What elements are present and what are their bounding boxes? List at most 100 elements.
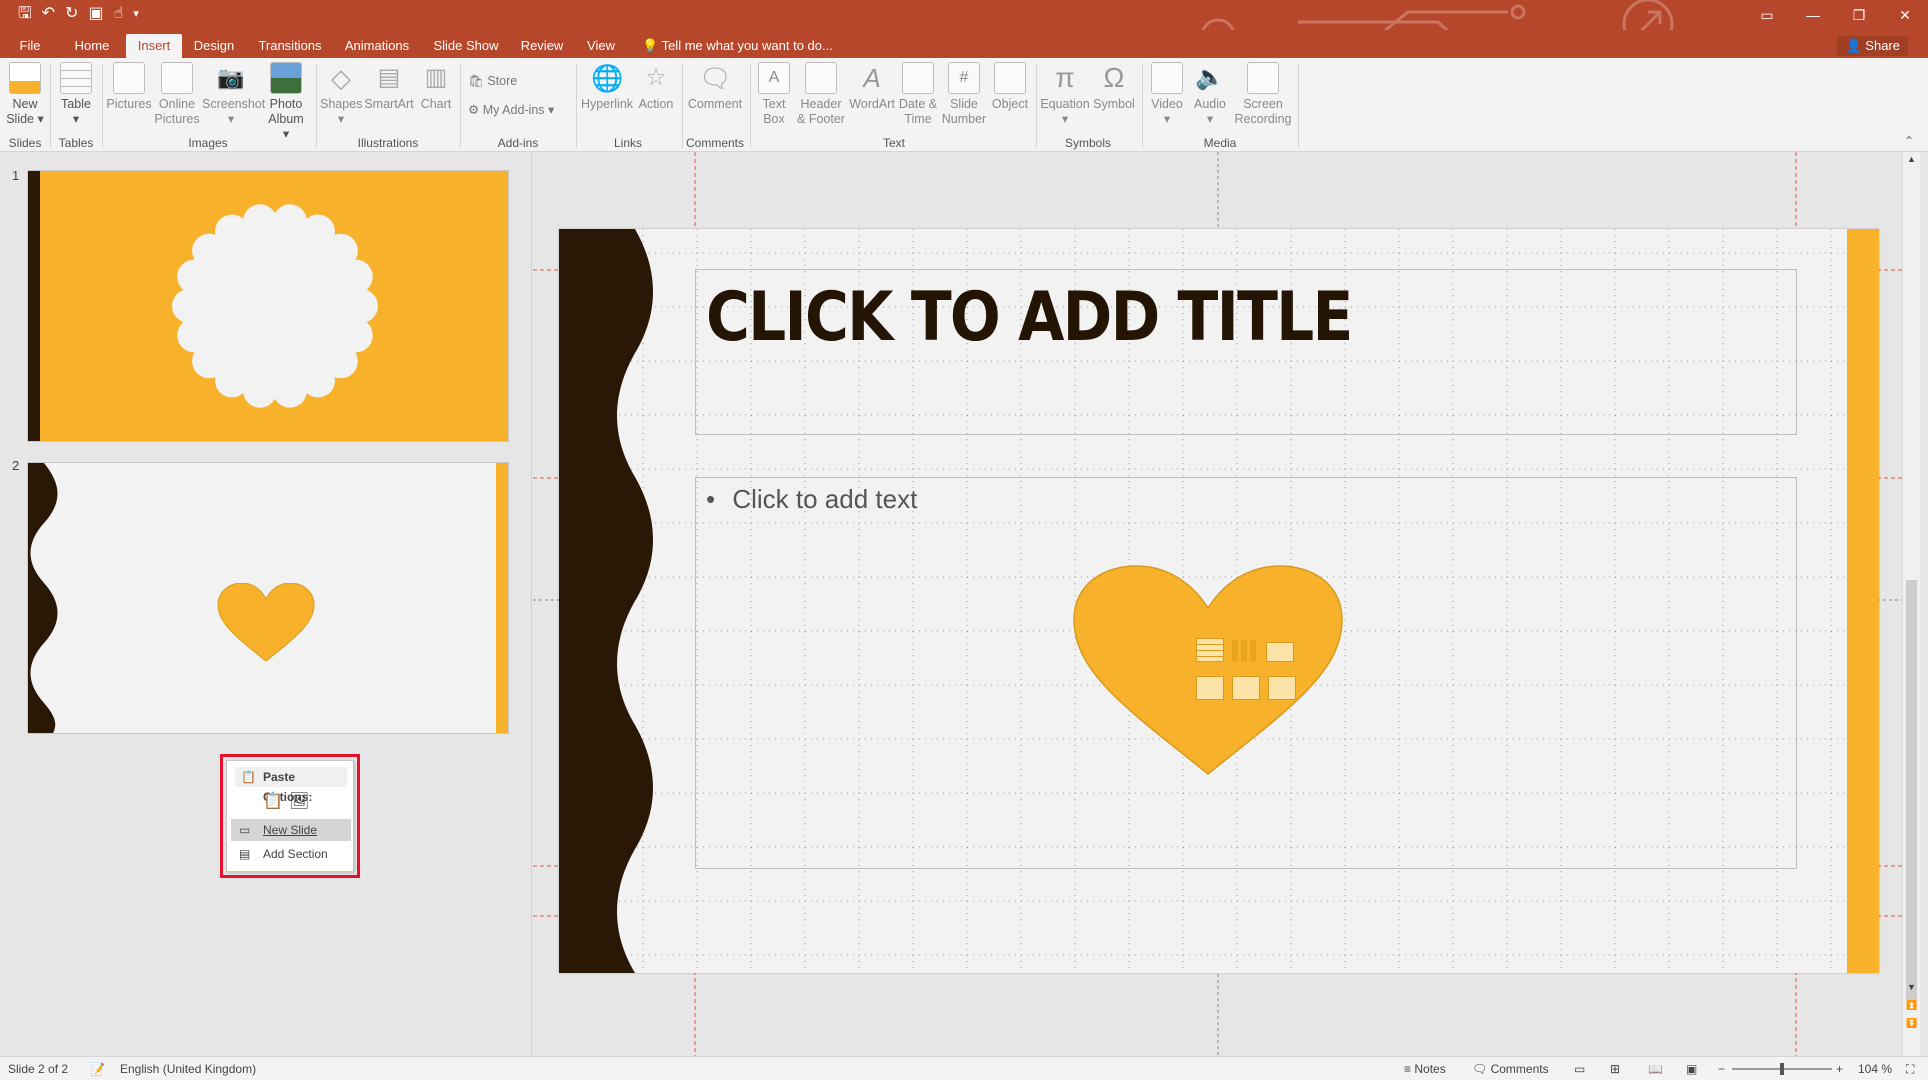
redo-icon[interactable]: ↻ <box>65 4 78 24</box>
zoom-slider-thumb[interactable] <box>1780 1063 1784 1075</box>
comments-button[interactable]: 🗨 Comments <box>1472 1061 1549 1077</box>
zoom-in-icon[interactable]: + <box>1836 1061 1843 1077</box>
menu-item-add-section[interactable]: ▤ Add Section <box>231 843 351 865</box>
paste-picture-icon[interactable]: 🖼 <box>289 791 309 811</box>
zoom-level[interactable]: 104 % <box>1858 1061 1892 1077</box>
omega-icon: Ω <box>1103 62 1125 93</box>
notes-button[interactable]: ≡ Notes <box>1404 1061 1446 1077</box>
insert-smartart-icon[interactable] <box>1266 642 1294 662</box>
ribbon-display-icon[interactable]: ▭ <box>1744 0 1790 30</box>
spelling-check-icon[interactable]: 📝 <box>90 1061 105 1077</box>
minimize-icon[interactable]: — <box>1790 0 1836 30</box>
insert-video-icon[interactable] <box>1268 676 1296 700</box>
reading-view-icon[interactable]: 📖 <box>1648 1061 1663 1077</box>
video-button[interactable]: Video ▾ <box>1146 62 1188 127</box>
group-separator <box>1298 64 1299 148</box>
group-text: Text <box>882 136 905 150</box>
pictures-button[interactable]: Pictures <box>106 62 152 112</box>
vertical-scrollbar[interactable]: ▲ ▼ ⏫ ⏬ <box>1902 152 1920 1056</box>
my-addins-button[interactable]: ⚙ My Add-ins ▾ <box>468 102 554 117</box>
new-slide-button[interactable]: New Slide ▾ <box>4 62 46 127</box>
slide-number-label-1: Slide <box>950 97 978 111</box>
header-footer-button[interactable]: Header & Footer <box>796 62 846 127</box>
online-pictures-button[interactable]: Online Pictures <box>154 62 200 127</box>
collapse-ribbon-icon[interactable]: ⌃ <box>1904 134 1914 148</box>
smartart-button[interactable]: ▤ SmartArt <box>364 62 414 112</box>
zoom-slider[interactable] <box>1732 1063 1832 1075</box>
date-time-label-1: Date & <box>898 97 938 111</box>
object-icon <box>994 62 1026 94</box>
group-separator <box>750 64 751 148</box>
tab-slide-show[interactable]: Slide Show <box>428 34 504 58</box>
photo-album-button[interactable]: Photo Album ▾ <box>264 62 308 142</box>
customize-icon[interactable]: ▾ <box>133 4 139 24</box>
tab-review[interactable]: Review <box>516 34 568 58</box>
wavy-border-icon <box>559 229 653 973</box>
scrollbar-thumb[interactable] <box>1906 580 1917 1000</box>
group-images: Images <box>188 136 228 150</box>
fit-to-window-icon[interactable]: ⛶ <box>1906 1061 1914 1077</box>
tell-me-text: Tell me what you want to do... <box>661 38 833 53</box>
action-button[interactable]: ☆ Action <box>636 62 676 112</box>
tab-home[interactable]: Home <box>64 34 120 58</box>
tab-animations[interactable]: Animations <box>338 34 416 58</box>
share-button[interactable]: 👤 Share <box>1837 36 1908 56</box>
zoom-out-icon[interactable]: − <box>1718 1061 1725 1077</box>
tab-insert[interactable]: Insert <box>126 34 182 58</box>
restore-icon[interactable]: ❐ <box>1836 0 1882 30</box>
screen-recording-button[interactable]: Screen Recording <box>1232 62 1294 127</box>
slide-thumbnail-1[interactable] <box>27 170 509 442</box>
comments-label: Comments <box>1490 1062 1549 1076</box>
audio-button[interactable]: 🔈 Audio ▾ <box>1190 62 1230 127</box>
undo-icon[interactable]: ↶ <box>42 4 55 24</box>
symbol-button[interactable]: Ω Symbol <box>1092 62 1136 112</box>
equation-button[interactable]: π Equation ▾ <box>1040 62 1090 127</box>
next-slide-icon[interactable]: ⏬ <box>1906 1018 1917 1029</box>
slideshow-view-icon[interactable]: ▣ <box>1686 1061 1697 1077</box>
text-box-button[interactable]: A Text Box <box>756 62 792 127</box>
lightbulb-icon: 💡 <box>642 38 659 53</box>
previous-slide-icon[interactable]: ⏫ <box>1906 1000 1917 1011</box>
screenshot-button[interactable]: 📷 Screenshot ▾ <box>202 62 265 127</box>
normal-view-icon[interactable]: ▭ <box>1574 1061 1585 1077</box>
slide-thumbnail-2[interactable] <box>27 462 509 734</box>
current-slide[interactable]: CLICK TO ADD TITLE • Click to add text <box>559 229 1879 973</box>
menu-item-new-slide[interactable]: ▭ New Slide <box>231 819 351 841</box>
photo-album-label-1: Photo <box>269 97 303 111</box>
store-button[interactable]: 🛍 Store <box>468 74 517 89</box>
slide-sorter-view-icon[interactable]: ⊞ <box>1610 1061 1620 1077</box>
group-separator <box>316 64 317 148</box>
insert-online-picture-icon[interactable] <box>1232 676 1260 700</box>
group-separator <box>50 64 51 148</box>
paste-keep-formatting-icon[interactable]: 📋 <box>263 791 283 811</box>
close-icon[interactable]: ✕ <box>1882 0 1928 30</box>
touch-mode-icon[interactable]: ☝ <box>114 4 124 24</box>
language-indicator[interactable]: English (United Kingdom) <box>120 1061 256 1077</box>
wordart-button[interactable]: A WordArt <box>848 62 896 112</box>
comment-button[interactable]: 🗨 Comment <box>686 62 744 112</box>
date-time-button[interactable]: Date & Time <box>898 62 938 127</box>
insert-picture-icon[interactable] <box>1196 676 1224 700</box>
present-icon[interactable]: ▣ <box>88 4 103 24</box>
insert-table-icon[interactable] <box>1196 638 1224 662</box>
tab-design[interactable]: Design <box>188 34 240 58</box>
content-placeholder[interactable]: • Click to add text <box>695 477 1797 869</box>
tell-me-search[interactable]: 💡 Tell me what you want to do... <box>642 34 833 58</box>
share-label: Share <box>1865 38 1900 53</box>
add-section-menu-label: Add Section <box>263 847 328 861</box>
hyperlink-button[interactable]: 🌐 Hyperlink <box>580 62 634 112</box>
table-button[interactable]: Table ▾ <box>56 62 96 127</box>
tab-file[interactable]: File <box>8 34 52 58</box>
chart-button[interactable]: ▥ Chart <box>416 62 456 112</box>
shapes-button[interactable]: ◇ Shapes ▾ <box>320 62 362 127</box>
title-placeholder[interactable]: CLICK TO ADD TITLE <box>695 269 1797 435</box>
scroll-down-icon[interactable]: ▼ <box>1907 982 1916 992</box>
tab-view[interactable]: View <box>580 34 622 58</box>
tab-transitions[interactable]: Transitions <box>252 34 328 58</box>
object-button[interactable]: Object <box>988 62 1032 112</box>
insert-chart-icon[interactable] <box>1232 640 1256 662</box>
save-icon[interactable]: 🖫 <box>18 4 32 24</box>
scroll-up-icon[interactable]: ▲ <box>1907 154 1916 164</box>
symbol-label: Symbol <box>1093 97 1135 111</box>
slide-number-button[interactable]: # Slide Number <box>940 62 988 127</box>
